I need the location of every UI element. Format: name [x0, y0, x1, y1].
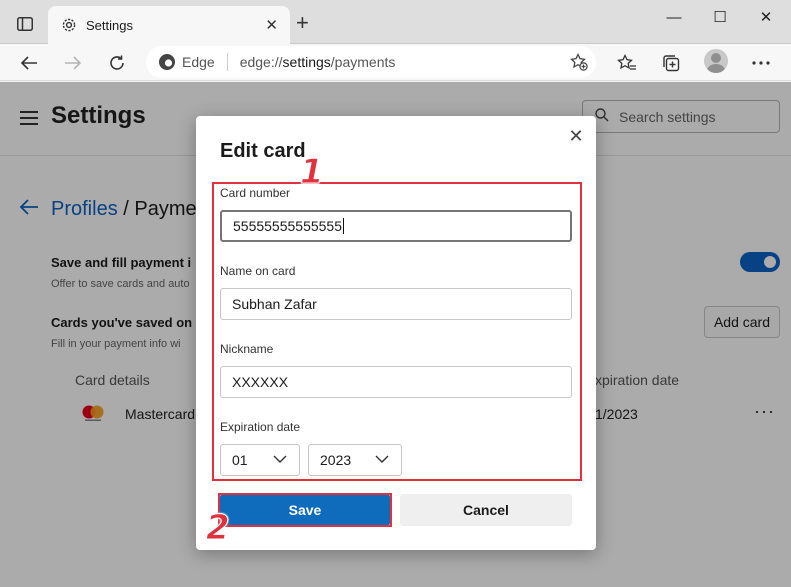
address-bar[interactable]: Edge edge://settings/payments — [146, 46, 596, 78]
url-host: settings — [282, 54, 331, 70]
more-menu-icon[interactable] — [746, 48, 776, 78]
favorites-icon[interactable] — [612, 48, 642, 78]
new-tab-button[interactable]: + — [296, 12, 309, 34]
dialog-close-icon[interactable]: ✕ — [566, 126, 586, 146]
highlight-box-save — [218, 493, 392, 527]
highlight-box-fields — [212, 182, 582, 481]
tab-actions-icon[interactable] — [10, 12, 40, 36]
minimize-button[interactable]: — — [654, 6, 694, 28]
tab-settings[interactable]: Settings ✕ — [48, 6, 290, 44]
tab-title: Settings — [86, 17, 133, 33]
browser-toolbar: Edge edge://settings/payments — [0, 44, 791, 81]
address-brand: Edge — [182, 54, 215, 70]
collections-icon[interactable] — [656, 48, 686, 78]
tab-close-icon[interactable]: ✕ — [265, 16, 278, 34]
dialog-title: Edit card — [220, 140, 306, 162]
profile-avatar[interactable] — [704, 49, 728, 73]
refresh-button[interactable] — [102, 48, 132, 78]
back-button[interactable] — [14, 48, 44, 78]
maximize-button[interactable]: ☐ — [700, 6, 740, 28]
edge-icon — [159, 54, 175, 70]
address-separator — [226, 53, 228, 71]
forward-button[interactable] — [58, 48, 88, 78]
url-suffix: /payments — [330, 54, 396, 70]
close-window-button[interactable]: ✕ — [746, 6, 786, 28]
url-prefix: edge:// — [239, 54, 283, 70]
add-favorite-icon[interactable] — [570, 52, 588, 74]
step-2-marker: 2 — [206, 508, 231, 549]
title-bar: Settings ✕ + — ☐ ✕ — [0, 0, 791, 44]
step-1-marker: 1 — [300, 152, 325, 193]
cancel-button[interactable]: Cancel — [400, 494, 572, 526]
gear-icon — [60, 16, 78, 34]
